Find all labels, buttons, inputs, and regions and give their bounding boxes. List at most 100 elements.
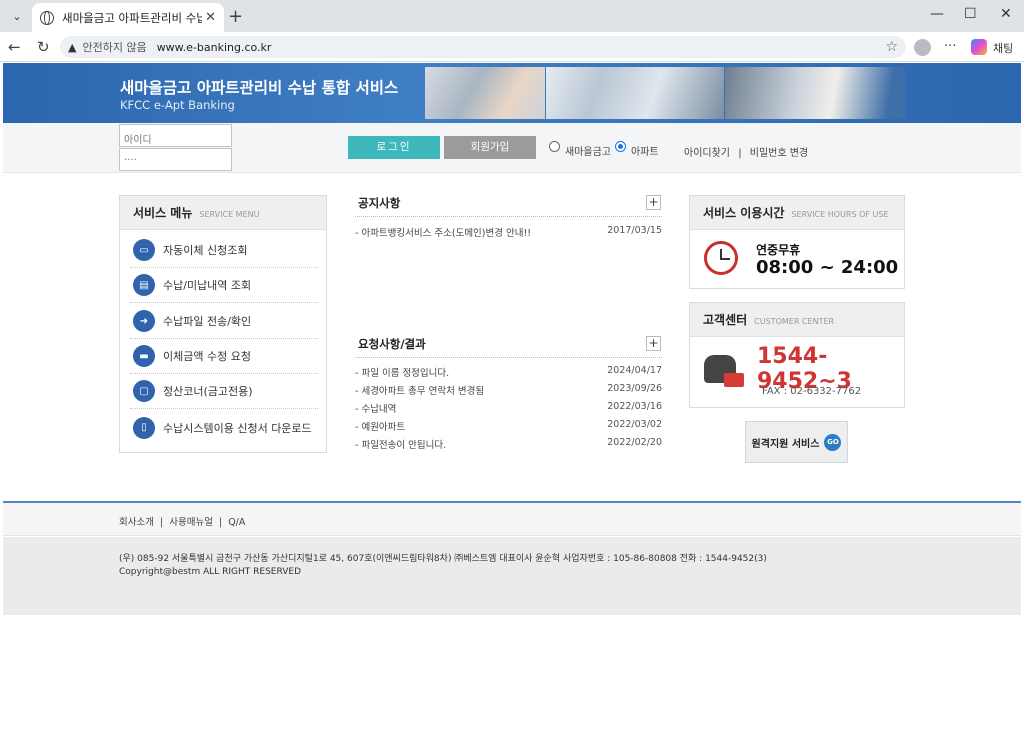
service-menu-title-en: SERVICE MENU: [199, 209, 260, 219]
browser-tab[interactable]: 새마을금고 아파트관리비 수납 통합 ✕: [32, 3, 224, 32]
service-item-amount-edit[interactable]: ▬ 이체금액 수정 요청: [130, 339, 318, 374]
footer-info: (우) 085-92 서울특별시 금천구 가산동 가산디지털1로 45, 607…: [3, 537, 1021, 615]
find-id-link[interactable]: 아이디찾기: [684, 148, 730, 159]
service-item-label: 이체금액 수정 요청: [163, 350, 251, 363]
banner-title: 새마을금고 아파트관리비 수납 통합 서비스: [120, 79, 399, 97]
service-item-label: 자동이체 신청조회: [163, 244, 248, 257]
service-menu: 서비스 메뉴 SERVICE MENU ▭ 자동이체 신청조회 ▤ 수납/미납내역 …: [119, 195, 327, 453]
notices-title: 공지사항: [358, 196, 401, 210]
remote-support-label: 원격지원 서비스: [751, 438, 820, 450]
footer-copyright: Copyright@bestm ALL RIGHT RESERVED: [119, 567, 301, 577]
login-bar: 아이디 ···· 로그인 회원가입 새마을금고 아파트 아이디찾기 | 비밀번호…: [3, 123, 1021, 173]
footer-separator: |: [160, 517, 164, 528]
minimize-icon[interactable]: —: [930, 6, 944, 22]
change-password-link[interactable]: 비밀번호 변경: [750, 148, 808, 159]
tab-list-button[interactable]: ⌄: [6, 5, 28, 27]
requests-title: 요청사항/결과: [358, 337, 426, 351]
customer-fax-number: FAX : 02-6332-7762: [762, 386, 862, 397]
service-item-payment-history[interactable]: ▤ 수납/미납내역 조회: [130, 268, 318, 303]
request-row[interactable]: - 수납내역 2022/03/16: [355, 401, 662, 417]
service-menu-header: 서비스 메뉴 SERVICE MENU: [120, 196, 326, 230]
radio-saemaul-label: 새마을금고: [565, 147, 611, 158]
divider: [355, 216, 662, 217]
footer-address: (우) 085-92 서울특별시 금천구 가산동 가산디지털1로 45, 607…: [119, 554, 767, 564]
request-row[interactable]: - 파일 이름 정정입니다. 2024/04/17: [355, 365, 662, 381]
customer-center-title: 고객센터: [703, 313, 748, 327]
copilot-icon[interactable]: [971, 39, 987, 55]
chat-label[interactable]: 채팅: [993, 40, 1013, 56]
divider: [355, 357, 662, 358]
requests-more-button[interactable]: +: [646, 336, 661, 351]
customer-center-header: 고객센터 CUSTOMER CENTER: [690, 303, 904, 337]
notice-title: - 아파트뱅킹서비스 주소(도메인)변경 안내!!: [355, 228, 532, 239]
service-item-file-send[interactable]: ➜ 수납파일 전송/확인: [130, 304, 318, 339]
footer-link-qa[interactable]: Q/A: [228, 517, 245, 528]
notices-more-button[interactable]: +: [646, 195, 661, 210]
service-item-settlement[interactable]: ▢ 정산코너(금고전용): [130, 374, 318, 409]
account-links: 아이디찾기 | 비밀번호 변경: [684, 144, 808, 159]
request-row[interactable]: - 파일전송이 안됩니다. 2022/02/20: [355, 437, 662, 453]
service-item-label: 수납시스템이용 신청서 다운로드: [163, 421, 312, 435]
document-icon: ▯: [133, 416, 155, 439]
more-menu-icon[interactable]: ···: [944, 39, 956, 54]
footer-link-manual[interactable]: 사용매뉴얼: [169, 517, 213, 528]
remote-support-button[interactable]: 원격지원 서비스 GO: [745, 421, 848, 463]
banner-photo: [425, 67, 545, 119]
join-button[interactable]: 회원가입: [444, 136, 536, 159]
service-item-form-download[interactable]: ▯ 수납시스템이용 신청서 다운로드: [130, 410, 318, 445]
close-icon[interactable]: ✕: [205, 10, 216, 25]
clock-icon: [704, 241, 738, 275]
service-hours-title-en: SERVICE HOURS OF USE: [791, 209, 889, 219]
folder-icon: ▢: [133, 380, 155, 402]
profile-icon[interactable]: [914, 39, 931, 56]
web-page: 새마을금고 아파트관리비 수납 통합 서비스 KFCC e-Apt Bankin…: [3, 63, 1021, 747]
banner-subtitle: KFCC e-Apt Banking: [120, 98, 235, 112]
customer-center-title-en: CUSTOMER CENTER: [754, 316, 835, 326]
footer-separator: |: [218, 517, 223, 528]
security-label: 안전하지 않음: [82, 41, 147, 54]
globe-icon: [40, 10, 54, 25]
header-banner: 새마을금고 아파트관리비 수납 통합 서비스 KFCC e-Apt Bankin…: [3, 63, 1021, 123]
request-title: - 세경아파트 총무 연락처 변경됨: [355, 386, 485, 397]
request-date: 2023/09/26: [607, 383, 662, 394]
id-input[interactable]: 아이디: [119, 124, 232, 147]
request-date: 2022/03/02: [607, 419, 662, 430]
request-title: - 파일전송이 안됩니다.: [355, 440, 447, 451]
file-send-icon: ➜: [133, 310, 155, 332]
banner-photo: [725, 67, 905, 119]
footer-link-company[interactable]: 회사소개: [119, 517, 154, 528]
request-row[interactable]: - 예원아파트 2022/03/02: [355, 419, 662, 435]
address-bar: ← ↻ ▲ 안전하지 않음 www.e-banking.co.kr ☆ ··· …: [0, 32, 1024, 62]
service-hours-time: 08:00 ~ 24:00: [756, 257, 899, 278]
window-close-icon[interactable]: ✕: [1000, 6, 1012, 22]
monitor-icon: ▭: [133, 239, 155, 261]
refresh-icon[interactable]: ↻: [37, 38, 50, 56]
back-icon[interactable]: ←: [8, 38, 21, 56]
service-item-label: 수납파일 전송/확인: [163, 315, 252, 328]
telephone-icon: [724, 373, 744, 387]
footer-links-bar: 회사소개 | 사용매뉴얼 | Q/A: [3, 503, 1021, 536]
request-row[interactable]: - 세경아파트 총무 연락처 변경됨 2023/09/26: [355, 383, 662, 399]
warning-icon: ▲: [68, 40, 77, 54]
notice-row[interactable]: - 아파트뱅킹서비스 주소(도메인)변경 안내!! 2017/03/15: [355, 225, 662, 241]
radio-apartment[interactable]: [615, 141, 626, 152]
service-menu-title: 서비스 메뉴: [133, 206, 193, 220]
favorite-star-icon[interactable]: ☆: [885, 39, 898, 55]
service-item-label: 수납/미납내역 조회: [163, 279, 252, 292]
request-date: 2022/03/16: [607, 401, 662, 412]
new-tab-button[interactable]: +: [228, 6, 243, 27]
service-hours-days: 연중무휴: [756, 243, 801, 257]
footer-links: 회사소개 | 사용매뉴얼 | Q/A: [119, 514, 245, 528]
chevron-down-icon: ⌄: [12, 9, 22, 23]
service-item-auto-transfer[interactable]: ▭ 자동이체 신청조회: [130, 233, 318, 268]
service-hours-box: 서비스 이용시간 SERVICE HOURS OF USE 연중무휴 08:00…: [689, 195, 905, 289]
url-field[interactable]: ▲ 안전하지 않음 www.e-banking.co.kr ☆: [60, 36, 906, 58]
customer-center-box: 고객센터 CUSTOMER CENTER 1544-9452~3 FAX : 0…: [689, 302, 905, 408]
maximize-icon[interactable]: ☐: [964, 6, 977, 22]
password-input[interactable]: ····: [119, 148, 232, 171]
radio-saemaul[interactable]: [549, 141, 560, 152]
service-item-label: 정산코너(금고전용): [163, 385, 253, 398]
tab-strip: ⌄ 새마을금고 아파트관리비 수납 통합 ✕ + — ☐ ✕: [0, 0, 1024, 32]
request-title: - 수납내역: [355, 404, 397, 415]
login-button[interactable]: 로그인: [348, 136, 440, 159]
